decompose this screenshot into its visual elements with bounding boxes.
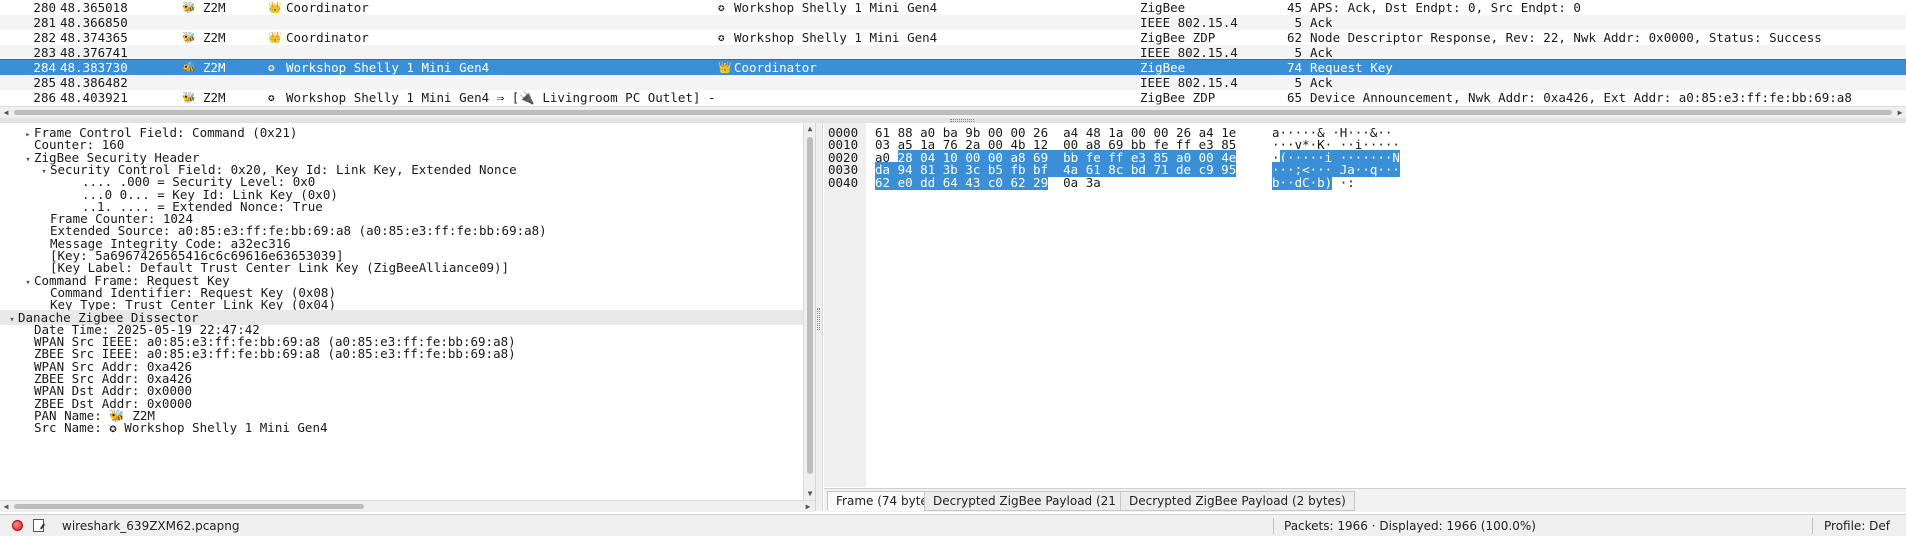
packet-row[interactable]: 285 48.386482 IEEE 802.15.4 5 Ack [0, 75, 1906, 90]
hex-rest: 0a 3a [1063, 174, 1101, 190]
packet-row[interactable]: 281 48.366850 IEEE 802.15.4 5 Ack [0, 15, 1906, 30]
packet-row[interactable]: 284 48.383730 🐝 Z2M ✪ Workshop Shelly 1 Mini … [0, 59, 1906, 76]
hex-selected: 62 e0 dd 64 43 c0 62 29 [875, 174, 1049, 190]
packet-info: Ack [1310, 75, 1333, 90]
ascii-selected: b··dC·b) [1272, 174, 1333, 190]
packet-source: Z2M [203, 90, 226, 105]
packet-row[interactable]: 280 48.365018 🐝 Z2M 👑 Coordinator ✪ Workshop Sh… [0, 0, 1906, 15]
hex-gap [1048, 175, 1063, 190]
packet-length: 5 [1294, 45, 1302, 60]
packet-length: 62 [1286, 30, 1302, 45]
packet-info: Node Descriptor Response, Rev: 22, Nwk A… [1310, 30, 1822, 45]
packet-protocol: ZigBee ZDP [1140, 30, 1216, 45]
packet-number: 281 [33, 15, 56, 30]
scrollbar-thumb[interactable] [14, 110, 1892, 115]
scrollbar-thumb[interactable] [807, 137, 813, 474]
splitter-grip-icon[interactable] [950, 119, 974, 122]
packet-protocol: ZigBee ZDP [1140, 90, 1216, 105]
scroll-left-icon[interactable]: ◀ [0, 501, 12, 513]
packet-source: Z2M [203, 60, 226, 75]
packet-number: 285 [33, 75, 56, 90]
scrollbar-thumb[interactable] [14, 504, 364, 509]
details-vscrollbar[interactable]: ▲ ▼ [803, 123, 815, 500]
packet-details-tree[interactable]: ▸ Frame Control Field: Command (0x21) Coun… [0, 123, 803, 500]
packet-time: 48.386482 [60, 75, 128, 90]
details-tree-row[interactable]: Src Name: ✪ Workshop Shelly 1 Mini Gen4 [0, 420, 803, 435]
source-icon: 🐝 [182, 1, 196, 14]
packet-time: 48.365018 [60, 0, 128, 15]
packet-number: 284 [33, 60, 56, 75]
byte-view-tabs: Frame (74 bytes) Decrypted ZigBee Payload… [824, 488, 1906, 512]
packet-time: 48.383730 [60, 60, 128, 75]
packet-protocol: IEEE 802.15.4 [1140, 45, 1238, 60]
packet-row[interactable]: 283 48.376741 IEEE 802.15.4 5 Ack [0, 45, 1906, 60]
packet-row[interactable]: 286 48.403921 🐝 Z2M ✪ Workshop Shelly 1 Mini … [0, 90, 1906, 105]
status-bar: wireshark_639ZXM62.pcapng Packets: 1966 … [0, 514, 1906, 536]
ascii-plain: ·: [1339, 174, 1355, 190]
status-separator [1273, 518, 1274, 534]
packet-counts: Packets: 1966 · Displayed: 1966 (100.0%) [1284, 519, 1536, 533]
byte-tab[interactable]: Decrypted ZigBee Payload (2 bytes) [1120, 491, 1355, 511]
packet-destination: Coordinator [286, 0, 369, 15]
profile-switcher[interactable]: Profile: Def [1824, 518, 1890, 534]
packet-info: Device Announcement, Nwk Addr: 0xa426, E… [1310, 90, 1852, 105]
packet-list-hscrollbar[interactable]: ◀ ▶ [0, 106, 1906, 118]
packet-destination: Workshop Shelly 1 Mini Gen4 ⇒ [🔌 Livingr… [286, 90, 716, 105]
byte-offset: 0040 [828, 174, 859, 190]
packet-protocol: ZigBee [1140, 0, 1186, 15]
packet-number: 283 [33, 45, 56, 60]
packet-info: Request Key [1310, 60, 1393, 75]
packet-length: 74 [1286, 60, 1302, 75]
packet-time: 48.374365 [60, 30, 128, 45]
hex-bytes[interactable]: 62 e0 dd 64 43 c0 62 29 0a 3a [875, 174, 1101, 190]
source-icon: 🐝 [182, 61, 196, 74]
packet-time: 48.376741 [60, 45, 128, 60]
ascii-gap [1332, 175, 1340, 190]
packet-time: 48.366850 [60, 15, 128, 30]
packet-source: Z2M [203, 30, 226, 45]
destination-icon: ✪ [268, 91, 275, 104]
packet-length: 65 [1286, 90, 1302, 105]
packet-peer: Workshop Shelly 1 Mini Gen4 [734, 30, 938, 45]
packet-destination: Coordinator [286, 30, 369, 45]
source-icon: 🐝 [182, 31, 196, 44]
packet-number: 286 [33, 90, 56, 105]
packet-info: APS: Ack, Dst Endpt: 0, Src Endpt: 0 [1310, 0, 1581, 15]
packet-protocol: ZigBee [1140, 60, 1186, 75]
status-separator [1812, 518, 1813, 534]
expert-info-led-icon[interactable] [12, 520, 23, 531]
packet-length: 5 [1294, 15, 1302, 30]
destination-icon: ✪ [268, 61, 275, 74]
packet-protocol: IEEE 802.15.4 [1140, 75, 1238, 90]
packet-protocol: IEEE 802.15.4 [1140, 15, 1238, 30]
packet-length: 5 [1294, 75, 1302, 90]
packet-info: Ack [1310, 45, 1333, 60]
details-tree-text: Src Name: ✪ Workshop Shelly 1 Mini Gen4 [34, 420, 328, 436]
packet-length: 45 [1286, 0, 1302, 15]
peer-icon: ✪ [718, 31, 725, 44]
destination-icon: 👑 [268, 31, 282, 44]
packet-list[interactable]: 280 48.365018 🐝 Z2M 👑 Coordinator ✪ Workshop Sh… [0, 0, 1906, 106]
peer-icon: 👑 [718, 61, 732, 74]
packet-time: 48.403921 [60, 90, 128, 105]
packet-info: Ack [1310, 15, 1333, 30]
peer-icon: ✪ [718, 1, 725, 14]
packet-destination: Workshop Shelly 1 Mini Gen4 [286, 60, 490, 75]
capture-filename: wireshark_639ZXM62.pcapng [62, 519, 240, 533]
splitter-grip-icon[interactable] [817, 308, 820, 330]
packet-source: Z2M [203, 0, 226, 15]
packet-bytes-pane[interactable]: 0000 61 88 a0 ba 9b 00 00 26 a4 48 1a 00 … [824, 123, 1906, 487]
ascii-bytes[interactable]: b··dC·b) ·: [1272, 174, 1355, 190]
packet-peer: Coordinator [734, 60, 817, 75]
packet-number: 280 [33, 0, 56, 15]
packet-peer: Workshop Shelly 1 Mini Gen4 [734, 0, 938, 15]
source-icon: 🐝 [182, 91, 196, 104]
packet-row[interactable]: 282 48.374365 🐝 Z2M 👑 Coordinator ✪ Workshop Sh… [0, 30, 1906, 45]
scroll-right-icon[interactable]: ▶ [802, 501, 814, 513]
packet-number: 282 [33, 30, 56, 45]
destination-icon: 👑 [268, 1, 282, 14]
details-hscrollbar[interactable]: ◀ ▶ [0, 500, 815, 512]
capture-comment-icon[interactable] [33, 519, 44, 532]
